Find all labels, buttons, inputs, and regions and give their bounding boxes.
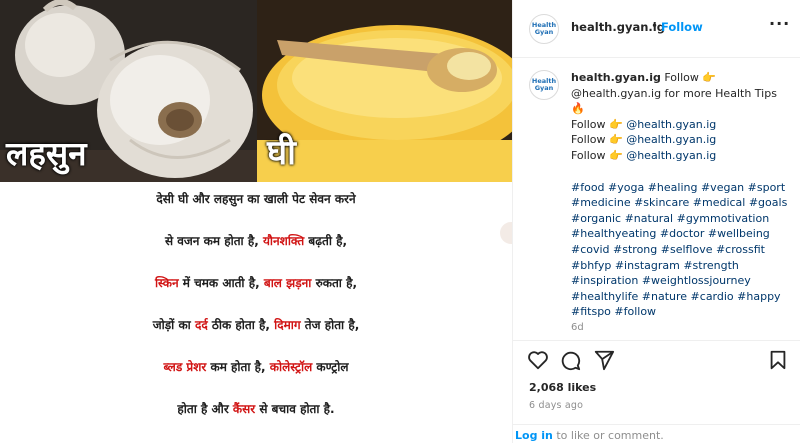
share-icon[interactable] [593,349,615,371]
body-text: रुकता है, [311,276,358,290]
body-text: में चमक आती है, [178,276,264,290]
highlight-text: दर्द [194,318,208,332]
caption-text: Follow 👉 [571,148,627,162]
highlight-text: कैंसर [232,402,256,416]
body-text: से वजन कम होता है, [164,234,263,248]
highlight-text: दिमाग [274,318,301,332]
caption-text: Follow 👉 [660,71,717,84]
caption-text: Follow 👉 [571,117,627,131]
mention-link[interactable]: @health.gyan.ig [626,149,716,162]
action-bar [513,340,800,374]
caption-avatar[interactable]: Health Gyan [529,70,559,100]
login-prompt: Log in to like or comment. [513,424,800,443]
fire-emoji: 🔥 [571,102,585,116]
post-date: 6 days ago [529,400,584,411]
body-text: कम होता है, [206,360,270,374]
body-text: बढ़ती है, [304,234,348,248]
heart-icon[interactable] [527,349,549,371]
ghee-label: घी [267,133,296,173]
post-text-line: देसी घी और लहसुन का खाली पेट सेवन करने [0,190,512,207]
highlight-text: कोलेस्ट्रॉल [269,360,313,374]
login-text: to like or comment. [552,429,664,442]
post-text-block: देसी घी और लहसुन का खाली पेट सेवन करने से… [0,182,512,443]
post-image[interactable]: लहसुन घी देसी घी और लहसुन का खाली पेट से… [0,0,512,443]
post-text-line: होता है और कैंसर से बचाव होता है. [0,400,512,417]
caption-text: @health.gyan.ig for more Health Tips [571,86,777,100]
login-link[interactable]: Log in [515,429,553,442]
mention-link[interactable]: @health.gyan.ig [626,118,716,131]
highlight-text: स्किन [154,276,179,290]
avatar-text: Gyan [534,84,554,92]
avatar[interactable]: Health Gyan [529,14,559,44]
body-text: कण्ट्रोल [312,360,349,374]
highlight-text: बाल झड़ना [263,276,312,290]
post-header: Health Gyan health.gyan.ig • Follow ··· [513,0,800,58]
body-text: जोड़ों का [152,318,195,332]
post-text-line: जोड़ों का दर्द ठीक होता है, दिमाग तेज हो… [0,316,512,333]
caption-username[interactable]: health.gyan.ig [571,71,661,84]
caption-timestamp: 6d [571,322,584,333]
body-text: ठीक होता है, [207,318,275,332]
comment-icon[interactable] [559,349,581,371]
highlight-text: यौनशक्ति [262,234,305,248]
post-text-line: स्किन में चमक आती है, बाल झड़ना रुकता है… [0,274,512,291]
post-text-line: ब्लड प्रेशर कम होता है, कोलेस्ट्रॉल कण्ट… [0,358,512,375]
caption-text: Follow 👉 [571,133,627,147]
highlight-text: ब्लड प्रेशर [163,360,207,374]
body-text: देसी घी और लहसुन का खाली पेट सेवन करने [156,192,356,206]
hashtags[interactable]: #food #yoga #healing #vegan #sport #medi… [571,180,791,320]
garlic-photo: लहसुन [0,0,257,182]
caption: health.gyan.ig Follow 👉 @health.gyan.ig … [571,70,791,320]
post-sidebar: Health Gyan health.gyan.ig • Follow ··· … [512,0,800,443]
more-options-icon[interactable]: ··· [769,14,790,33]
ghee-photo: घी [257,0,512,182]
body-text: तेज होता है, [300,318,360,332]
body-text: से बचाव होता है. [255,402,335,416]
post-text-line: से वजन कम होता है, यौनशक्ति बढ़ती है, [0,232,512,249]
garlic-label: लहसुन [6,134,87,173]
mention-link[interactable]: @health.gyan.ig [626,133,716,146]
bookmark-icon[interactable] [767,349,789,371]
follow-button[interactable]: Follow [661,20,703,34]
separator-dot: • [651,19,659,33]
avatar-text: Gyan [534,28,554,36]
like-count[interactable]: 2,068 likes [529,381,596,394]
body-text: होता है और [177,402,233,416]
